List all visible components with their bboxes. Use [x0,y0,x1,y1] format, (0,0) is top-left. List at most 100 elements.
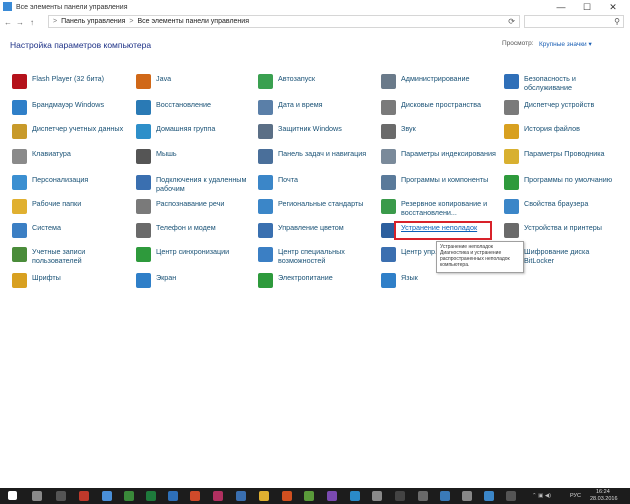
app-icon-4[interactable] [190,491,200,501]
control-panel-item[interactable]: Параметры Проводника [504,149,619,164]
control-panel-item[interactable]: Программы по умолчанию [504,175,619,190]
control-panel-item[interactable]: Подключения к удаленным рабочим [136,175,251,193]
explorer-icon[interactable] [102,491,112,501]
control-panel-item-label: Центр синхронизации [156,247,230,256]
control-panel-item[interactable]: Брандмауэр Windows [12,100,127,115]
refresh-icon[interactable]: ⟳ [508,17,515,26]
control-panel-item-label: Резервное копирование и восстановлени... [401,199,488,217]
control-panel-item[interactable]: Безопасность и обслуживание [504,74,619,92]
app-icon-13[interactable] [395,491,405,501]
control-panel-item[interactable]: Свойства браузера [504,199,619,214]
app-icon-16[interactable] [462,491,472,501]
control-panel-item[interactable]: Программы и компоненты [381,175,496,190]
control-panel-item-label: Экран [156,273,177,282]
close-button[interactable]: ✕ [600,0,626,14]
control-panel-item[interactable]: Экран [136,273,251,288]
app-icon-5[interactable] [213,491,223,501]
app-icon-6[interactable] [236,491,246,501]
system-icon [12,223,27,238]
control-panel-taskbar-icon[interactable] [484,491,494,501]
language-indicator[interactable]: РУС [570,493,581,499]
clock-time[interactable]: 16:24 [596,489,610,495]
control-panel-item[interactable]: Почта [258,175,373,190]
clock-date[interactable]: 28.03.2016 [590,496,618,502]
control-panel-item[interactable]: Звук [381,124,496,139]
sync-center-icon [136,247,151,262]
view-by-label: Просмотр: [502,40,534,47]
app-icon-15[interactable] [440,491,450,501]
control-panel-item[interactable]: Домашняя группа [136,124,251,139]
control-panel-item[interactable]: Язык [381,273,496,288]
control-panel-item[interactable]: Дата и время [258,100,373,115]
control-panel-item[interactable]: Персонализация [12,175,127,190]
tray-icons[interactable]: ⌃ ▣ ◀) [532,493,551,499]
control-panel-item[interactable]: Центр специальных возможностей [258,247,373,265]
control-panel-item[interactable]: Java [136,74,251,89]
control-panel-item[interactable]: Устройства и принтеры [504,223,619,238]
start-button-icon[interactable] [8,491,17,500]
control-panel-item[interactable]: Телефон и модем [136,223,251,238]
opera-icon[interactable] [79,491,89,501]
control-panel-item[interactable]: Защитник Windows [258,124,373,139]
app-icon-8[interactable] [282,491,292,501]
app-icon-10[interactable] [327,491,337,501]
app-icon-17[interactable] [506,491,516,501]
app-icon-1[interactable] [124,491,134,501]
maximize-button[interactable]: ☐ [574,0,600,14]
control-panel-item[interactable]: Управление цветом [258,223,373,238]
control-panel-item-label: Центр специальных возможностей [278,247,345,265]
control-panel-item[interactable]: Клавиатура [12,149,127,164]
search-taskbar-icon[interactable] [32,491,42,501]
back-arrow-icon[interactable]: ← [2,18,14,27]
control-panel-item[interactable]: Шрифты [12,273,127,288]
address-box[interactable]: > Панель управления > Все элементы панел… [48,15,520,28]
control-panel-item-label: Электропитание [278,273,333,282]
control-panel-item-label: Домашняя группа [156,124,216,133]
control-panel-item[interactable]: Резервное копирование и восстановлени... [381,199,496,217]
minimize-button[interactable]: — [548,0,574,14]
app-icon-2[interactable] [146,491,156,501]
control-panel-item[interactable]: Администрирование [381,74,496,89]
control-panel-item[interactable]: Автозапуск [258,74,373,89]
control-panel-item[interactable]: Flash Player (32 бита) [12,74,127,89]
admin-tools-icon [381,74,396,89]
app-icon-11[interactable] [350,491,360,501]
forward-arrow-icon[interactable]: → [14,18,26,27]
control-panel-item[interactable]: Региональные стандарты [258,199,373,214]
search-input[interactable]: ⚲ [524,15,624,28]
control-panel-item[interactable]: Рабочие папки [12,199,127,214]
control-panel-item[interactable]: Дисковые пространства [381,100,496,115]
control-panel-icon [3,2,12,11]
window-title: Все элементы панели управления [16,3,128,11]
title-bar: Все элементы панели управления — ☐ ✕ [0,0,630,14]
control-panel-item[interactable]: Панель задач и навигация [258,149,373,164]
view-by-dropdown[interactable]: Крупные значки ▾ [539,40,592,48]
storage-spaces-icon [381,100,396,115]
control-panel-item[interactable]: Диспетчер учетных данных [12,124,127,139]
app-icon-7[interactable] [259,491,269,501]
control-panel-item[interactable]: Мышь [136,149,251,164]
app-icon-12[interactable] [372,491,382,501]
sound-icon [381,124,396,139]
up-arrow-icon[interactable]: ↑ [26,18,38,27]
control-panel-item-label: Клавиатура [32,149,71,158]
ease-of-access-icon [258,247,273,262]
breadcrumb-all-items[interactable]: Все элементы панели управления [138,18,249,25]
keyboard-icon [12,149,27,164]
programs-icon [381,175,396,190]
control-panel-item[interactable]: Учетные записи пользователей [12,247,127,265]
app-icon-3[interactable] [168,491,178,501]
control-panel-item[interactable]: Параметры индексирования [381,149,496,164]
control-panel-item[interactable]: Электропитание [258,273,373,288]
control-panel-item[interactable]: История файлов [504,124,619,139]
control-panel-item[interactable]: Диспетчер устройств [504,100,619,115]
task-view-icon[interactable] [56,491,66,501]
control-panel-item[interactable]: Система [12,223,127,238]
control-panel-item[interactable]: Распознавание речи [136,199,251,214]
devices-printers-icon [504,223,519,238]
app-icon-14[interactable] [418,491,428,501]
control-panel-item[interactable]: Центр синхронизации [136,247,251,262]
app-icon-9[interactable] [304,491,314,501]
breadcrumb-control-panel[interactable]: Панель управления [61,18,125,25]
control-panel-item[interactable]: Восстановление [136,100,251,115]
